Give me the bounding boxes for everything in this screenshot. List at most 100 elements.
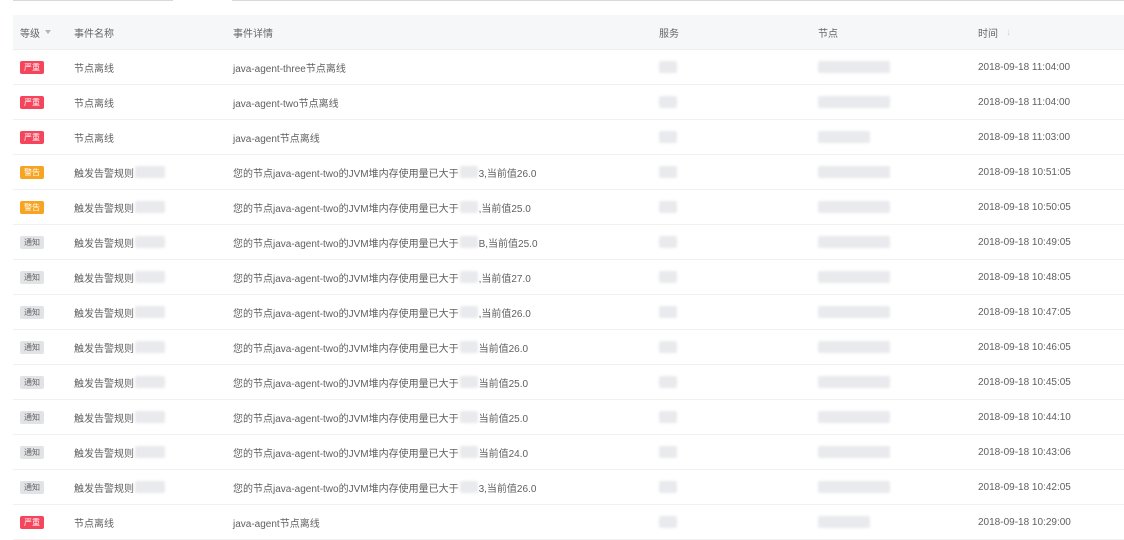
table-row[interactable]: 通知 触发告警规则 您的节点java-agent-two的JVM堆内存使用量已大于 当… (13, 400, 1124, 435)
event-name: 触发告警规则 (74, 483, 134, 495)
redacted-block (459, 166, 478, 178)
event-name: 节点离线 (74, 63, 114, 75)
service-value (659, 236, 677, 248)
event-time: 2018-09-18 10:44:10 (978, 411, 1071, 423)
table-row[interactable]: 严重 节点离线 java-agent-two节点离线 2018-09-18 11:04… (13, 85, 1124, 120)
table-row[interactable]: 通知 触发告警规则 您的节点java-agent-two的JVM堆内存使用量已大于 B… (13, 225, 1124, 260)
event-detail-suffix: 3,当前值26.0 (478, 483, 537, 495)
redacted-block (459, 306, 478, 318)
redacted-block (135, 481, 165, 493)
event-name: 触发告警规则 (74, 413, 134, 425)
event-detail-prefix: 您的节点java-agent-two的JVM堆内存使用量已大于 (233, 483, 459, 495)
top-divider-left (13, 0, 173, 1)
node-value (818, 201, 890, 213)
time-cell: 2018-09-18 11:03:00 (978, 120, 1070, 154)
redacted-block (459, 376, 478, 388)
table-row[interactable]: 通知 触发告警规则 您的节点java-agent-two的JVM堆内存使用量已大于 当… (13, 435, 1124, 470)
header-time[interactable]: 时间 ↓ (978, 15, 1011, 49)
name-cell: 触发告警规则 (74, 295, 165, 329)
level-badge: 通知 (20, 375, 44, 389)
name-cell: 节点离线 (74, 120, 114, 154)
name-cell: 触发告警规则 (74, 155, 165, 189)
service-cell (659, 190, 677, 224)
redacted-block (135, 376, 165, 388)
level-cell: 警告 (20, 155, 44, 189)
node-cell (818, 190, 890, 224)
event-detail-suffix: ,当前值26.0 (478, 308, 531, 320)
header-node-label: 节点 (818, 28, 838, 40)
detail-cell: java-agent-three节点离线 (233, 50, 346, 84)
time-cell: 2018-09-18 10:43:06 (978, 435, 1071, 469)
service-value (659, 446, 677, 458)
node-value (818, 96, 890, 108)
event-name: 触发告警规则 (74, 308, 134, 320)
service-value (659, 306, 677, 318)
node-cell (818, 365, 890, 399)
event-time: 2018-09-18 10:49:05 (978, 236, 1071, 248)
event-detail-suffix: ,当前值25.0 (478, 203, 531, 215)
detail-cell: 您的节点java-agent-two的JVM堆内存使用量已大于 当前值25.0 (233, 365, 528, 399)
table-header: 等级 事件名称 事件详情 服务 节点 时间 ↓ (13, 15, 1124, 50)
level-cell: 通知 (20, 295, 44, 329)
time-cell: 2018-09-18 10:45:05 (978, 365, 1071, 399)
event-time: 2018-09-18 10:48:05 (978, 271, 1071, 283)
node-cell (818, 85, 890, 119)
service-cell (659, 225, 677, 259)
events-table: 等级 事件名称 事件详情 服务 节点 时间 ↓ 严重 节点离线 java-agent… (13, 15, 1124, 540)
detail-cell: java-agent节点离线 (233, 505, 320, 539)
header-level[interactable]: 等级 (20, 15, 51, 49)
service-value (659, 376, 677, 388)
redacted-block (459, 271, 478, 283)
event-time: 2018-09-18 10:51:05 (978, 166, 1071, 178)
header-detail-label: 事件详情 (233, 28, 273, 40)
sort-down-arrow-icon[interactable]: ↓ (1006, 27, 1011, 38)
table-row[interactable]: 警告 触发告警规则 您的节点java-agent-two的JVM堆内存使用量已大于 3… (13, 155, 1124, 190)
node-value (818, 446, 890, 458)
node-value (818, 166, 890, 178)
table-row[interactable]: 通知 触发告警规则 您的节点java-agent-two的JVM堆内存使用量已大于,… (13, 260, 1124, 295)
level-badge: 通知 (20, 410, 44, 424)
level-cell: 通知 (20, 470, 44, 504)
table-row[interactable]: 通知 触发告警规则 您的节点java-agent-two的JVM堆内存使用量已大于 当… (13, 330, 1124, 365)
node-value (818, 131, 870, 143)
event-name: 触发告警规则 (74, 168, 134, 180)
service-value (659, 166, 677, 178)
table-row[interactable]: 通知 触发告警规则 您的节点java-agent-two的JVM堆内存使用量已大于,… (13, 295, 1124, 330)
time-cell: 2018-09-18 10:50:05 (978, 190, 1071, 224)
event-detail-prefix: java-agent节点离线 (233, 133, 320, 145)
table-row[interactable]: 严重 节点离线 java-agent节点离线 2018-09-18 10:29:00 (13, 505, 1124, 540)
detail-cell: java-agent节点离线 (233, 120, 320, 154)
level-cell: 通知 (20, 260, 44, 294)
event-name: 节点离线 (74, 518, 114, 530)
time-cell: 2018-09-18 10:49:05 (978, 225, 1071, 259)
event-detail-prefix: 您的节点java-agent-two的JVM堆内存使用量已大于 (233, 168, 459, 180)
table-row[interactable]: 警告 触发告警规则 您的节点java-agent-two的JVM堆内存使用量已大于,… (13, 190, 1124, 225)
event-name: 触发告警规则 (74, 273, 134, 285)
level-badge: 严重 (20, 130, 44, 144)
node-cell (818, 50, 890, 84)
redacted-block (459, 236, 478, 248)
name-cell: 节点离线 (74, 50, 114, 84)
redacted-block (459, 341, 478, 353)
table-row[interactable]: 严重 节点离线 java-agent-three节点离线 2018-09-18 11:… (13, 50, 1124, 85)
table-row[interactable]: 通知 触发告警规则 您的节点java-agent-two的JVM堆内存使用量已大于 3… (13, 470, 1124, 505)
level-cell: 通知 (20, 435, 44, 469)
event-name: 触发告警规则 (74, 343, 134, 355)
dropdown-caret-icon[interactable] (45, 30, 51, 34)
level-badge: 警告 (20, 165, 44, 179)
service-value (659, 481, 677, 493)
event-name: 节点离线 (74, 98, 114, 110)
redacted-block (135, 341, 165, 353)
event-detail-suffix: 当前值24.0 (478, 448, 529, 460)
table-row[interactable]: 严重 节点离线 java-agent节点离线 2018-09-18 11:03:00 (13, 120, 1124, 155)
level-badge: 通知 (20, 235, 44, 249)
redacted-block (135, 446, 165, 458)
service-cell (659, 435, 677, 469)
service-cell (659, 330, 677, 364)
node-value (818, 481, 890, 493)
table-row[interactable]: 通知 触发告警规则 您的节点java-agent-two的JVM堆内存使用量已大于 当… (13, 365, 1124, 400)
detail-cell: 您的节点java-agent-two的JVM堆内存使用量已大于 3,当前值26.0 (233, 155, 536, 189)
redacted-block (459, 201, 478, 213)
event-time: 2018-09-18 11:03:00 (978, 131, 1071, 143)
top-divider-right (232, 0, 1124, 1)
